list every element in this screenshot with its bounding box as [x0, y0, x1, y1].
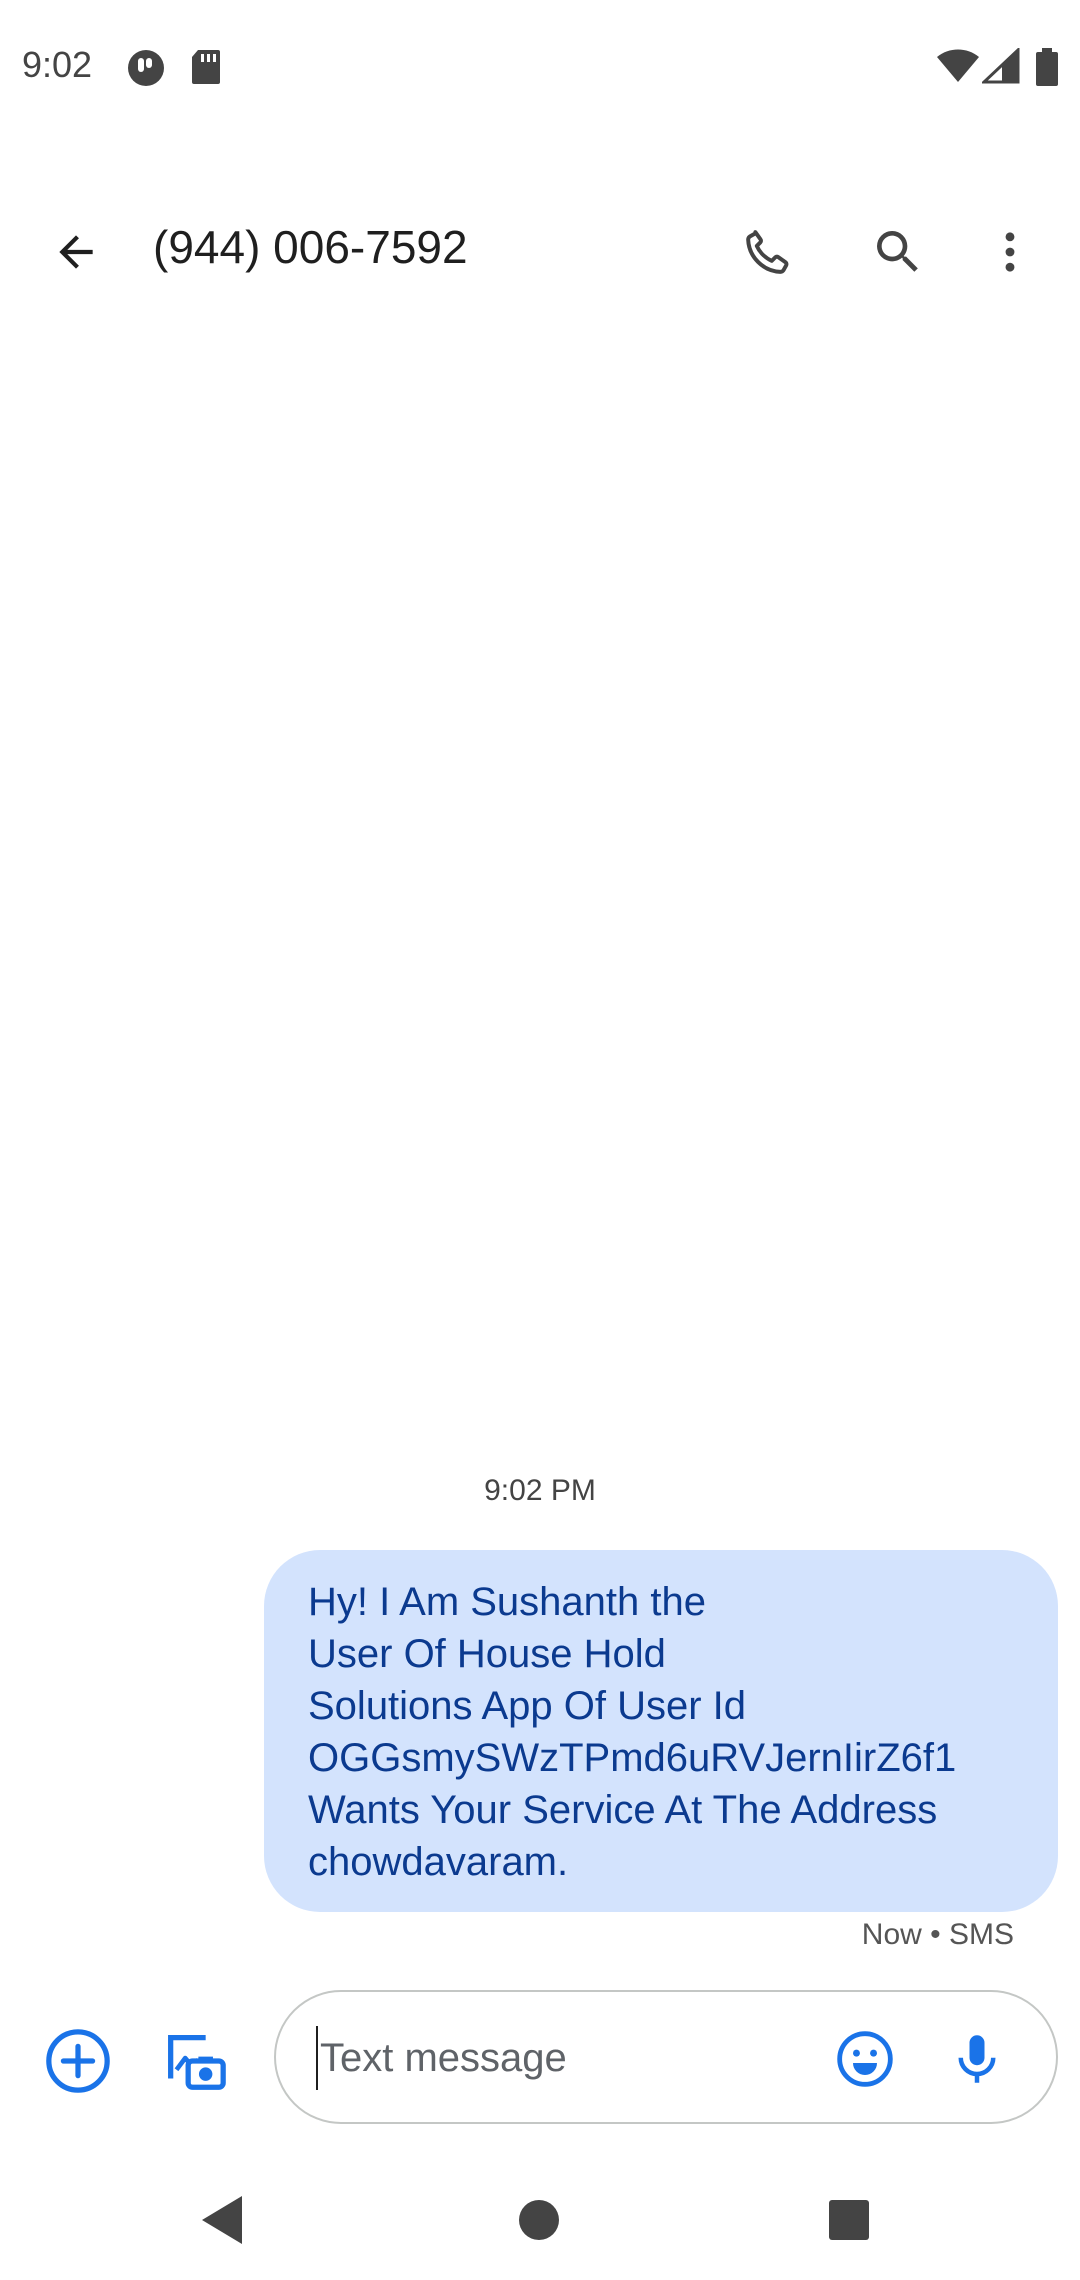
back-button[interactable] [38, 214, 114, 290]
message-timestamp-header: 9:02 PM [484, 1474, 596, 1507]
compose-bar [0, 1985, 1080, 2125]
add-circle-icon [46, 2029, 110, 2093]
nav-back-button[interactable] [196, 2192, 250, 2253]
system-navigation-bar [0, 2170, 1080, 2280]
app-notification-icon [126, 48, 166, 93]
nav-home-button[interactable] [515, 2192, 563, 2253]
wifi-icon [936, 48, 980, 89]
search-button[interactable] [860, 214, 936, 290]
gallery-camera-button[interactable] [156, 2023, 232, 2099]
message-text-field[interactable] [274, 1990, 1058, 2124]
sd-card-icon [190, 48, 222, 91]
voice-input-button[interactable] [942, 2024, 1012, 2094]
arrow-back-icon [59, 235, 93, 269]
emoji-icon [837, 2031, 893, 2087]
messaging-screen: 9:02 (944) 006-7592 9:02 PM Hy! I Am Sus… [0, 0, 1080, 2280]
mic-icon [958, 2035, 996, 2083]
more-vert-icon [1005, 232, 1015, 272]
nav-back-icon [202, 2196, 242, 2244]
message-status: Now • SMS [861, 1918, 1014, 1951]
add-attachment-button[interactable] [40, 2023, 116, 2099]
status-bar: 9:02 [0, 0, 1080, 135]
search-icon [877, 231, 918, 272]
top-app-bar: (944) 006-7592 [0, 190, 1080, 310]
nav-recents-button[interactable] [825, 2192, 873, 2253]
photo-camera-icon [168, 2035, 226, 2090]
battery-icon [1036, 48, 1058, 91]
call-icon [746, 230, 789, 274]
call-button[interactable] [730, 214, 806, 290]
status-time: 9:02 [22, 44, 93, 85]
more-options-button[interactable] [980, 214, 1040, 290]
message-input[interactable] [316, 2026, 796, 2090]
conversation-title: (944) 006-7592 [153, 221, 468, 273]
cell-signal-icon [980, 46, 1020, 89]
nav-recents-icon [829, 2200, 869, 2240]
outgoing-message-bubble[interactable]: Hy! I Am Sushanth the User Of House Hold… [264, 1550, 1058, 1912]
emoji-button[interactable] [830, 2024, 900, 2094]
nav-home-icon [519, 2200, 559, 2240]
message-text: Hy! I Am Sushanth the User Of House Hold… [308, 1580, 957, 1884]
